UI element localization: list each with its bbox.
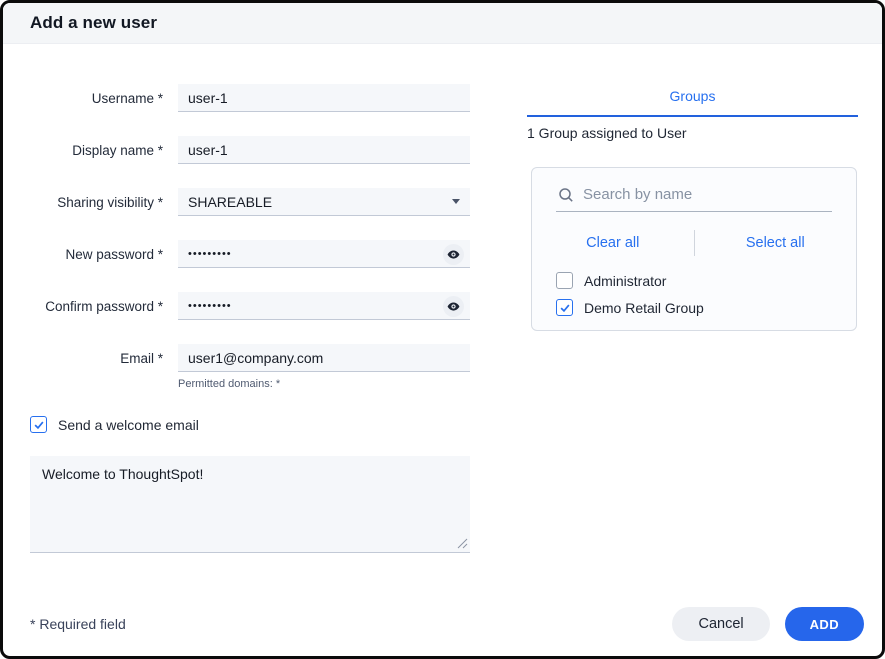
groups-assigned-count: 1 Group assigned to User [527,125,858,141]
new-password-label: New password * [30,247,163,262]
group-actions-row: Clear all Select all [532,230,856,256]
sharing-visibility-label: Sharing visibility * [30,195,163,210]
sharing-visibility-control: SHAREABLE [178,188,470,216]
welcome-email-checkbox-label: Send a welcome email [58,417,199,433]
administrator-checkbox[interactable] [556,272,573,289]
email-row: Email * [30,344,470,372]
new-password-control [178,240,470,268]
sharing-visibility-value: SHAREABLE [188,194,272,210]
new-password-row: New password * [30,240,470,268]
required-field-note: * Required field [30,616,126,632]
group-item-administrator[interactable]: Administrator [556,272,832,289]
add-user-dialog: Add a new user Username * Display name *… [0,0,885,659]
groups-picker-panel: Clear all Select all Administ [531,167,857,331]
username-control [178,84,470,112]
clear-all-link[interactable]: Clear all [586,235,639,251]
welcome-message-textarea[interactable]: Welcome to ThoughtSpot! [30,456,470,553]
confirm-password-label: Confirm password * [30,299,163,314]
display-name-input[interactable] [178,136,470,164]
confirm-password-row: Confirm password * [30,292,470,320]
group-list: Administrator Demo Retail Group [556,272,832,316]
eye-icon [446,247,461,262]
demo-retail-group-checkbox[interactable] [556,299,573,316]
show-password-button[interactable] [443,244,464,265]
permitted-domains-note: Permitted domains: * [178,378,470,390]
tab-groups[interactable]: Groups [670,88,716,104]
dialog-footer: * Required field Cancel ADD [3,598,882,656]
username-row: Username * [30,84,470,112]
email-label: Email * [30,351,163,366]
cancel-button[interactable]: Cancel [672,607,769,641]
user-form: Username * Display name * Sharing visibi… [30,84,470,553]
group-name: Demo Retail Group [584,300,704,316]
welcome-email-checkbox[interactable] [30,416,47,433]
dialog-body: Username * Display name * Sharing visibi… [3,44,882,553]
sharing-visibility-row: Sharing visibility * SHAREABLE [30,188,470,216]
groups-section: Groups 1 Group assigned to User Clear al… [527,84,858,553]
username-label: Username * [30,91,163,106]
search-icon [558,187,574,203]
checkmark-icon [559,302,571,314]
eye-icon [446,299,461,314]
display-name-control [178,136,470,164]
email-control [178,344,470,372]
add-button[interactable]: ADD [785,607,864,641]
select-all-wrap: Select all [695,234,857,252]
confirm-password-input[interactable] [178,292,470,320]
group-name: Administrator [584,273,666,289]
email-input[interactable] [178,344,470,372]
sharing-visibility-select[interactable]: SHAREABLE [178,188,470,216]
checkmark-icon [33,419,45,431]
footer-buttons: Cancel ADD [672,607,864,641]
display-name-row: Display name * [30,136,470,164]
chevron-down-icon [452,199,460,204]
dialog-title: Add a new user [30,13,157,33]
select-all-link[interactable]: Select all [746,235,805,251]
groups-tab-bar: Groups [527,88,858,117]
display-name-label: Display name * [30,143,163,158]
new-password-input[interactable] [178,240,470,268]
group-search-input[interactable] [583,186,830,203]
welcome-message-wrap: Welcome to ThoughtSpot! [30,456,470,553]
group-search-row [556,184,832,212]
confirm-password-control [178,292,470,320]
show-confirm-password-button[interactable] [443,296,464,317]
welcome-email-checkbox-row[interactable]: Send a welcome email [30,416,470,433]
group-item-demo-retail-group[interactable]: Demo Retail Group [556,299,832,316]
dialog-header: Add a new user [3,3,882,44]
username-input[interactable] [178,84,470,112]
clear-all-wrap: Clear all [532,234,694,252]
